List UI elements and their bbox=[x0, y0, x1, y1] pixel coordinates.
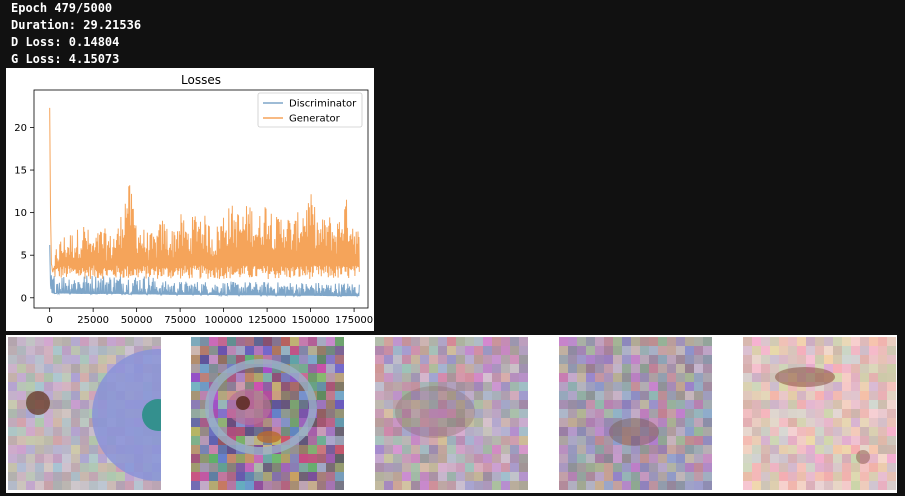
sample-image-2 bbox=[191, 337, 344, 490]
legend-label-generator: Generator bbox=[289, 114, 341, 125]
epoch-line: Epoch 479/5000 bbox=[11, 1, 113, 15]
losses-chart-svg: Losses 0 25000 50000 75000 100000 125000 150000… bbox=[14, 73, 373, 326]
y-tick-label: 20 bbox=[14, 123, 27, 134]
x-tick-label: 175000 bbox=[335, 315, 373, 326]
sample-image-4 bbox=[559, 337, 712, 490]
x-tick-label: 0 bbox=[46, 315, 52, 326]
sample-image-3 bbox=[375, 337, 528, 490]
x-tick-label: 100000 bbox=[205, 315, 243, 326]
x-tick-label: 50000 bbox=[121, 315, 153, 326]
g-loss-line: G Loss: 4.15073 bbox=[11, 52, 120, 66]
duration-line: Duration: 29.21536 bbox=[11, 18, 142, 32]
legend-label-discriminator: Discriminator bbox=[289, 99, 357, 110]
sample-image-5 bbox=[743, 337, 896, 490]
x-tick-label: 25000 bbox=[77, 315, 109, 326]
chart-title: Losses bbox=[181, 73, 221, 87]
d-loss-line: D Loss: 0.14804 bbox=[11, 35, 120, 49]
sample-image-1 bbox=[8, 337, 161, 490]
y-tick-label: 5 bbox=[21, 251, 27, 262]
generator-line bbox=[49, 107, 360, 280]
y-tick-label: 15 bbox=[14, 166, 27, 177]
losses-chart: Losses 0 25000 50000 75000 100000 125000 150000… bbox=[6, 68, 374, 331]
x-tick-label: 75000 bbox=[164, 315, 196, 326]
y-tick-label: 0 bbox=[21, 293, 27, 304]
x-tick-label: 150000 bbox=[292, 315, 330, 326]
training-log: Epoch 479/5000 Duration: 29.21536 D Loss… bbox=[11, 0, 141, 68]
y-tick-label: 10 bbox=[14, 208, 27, 219]
sample-gallery bbox=[6, 335, 897, 493]
x-tick-label: 125000 bbox=[248, 315, 286, 326]
